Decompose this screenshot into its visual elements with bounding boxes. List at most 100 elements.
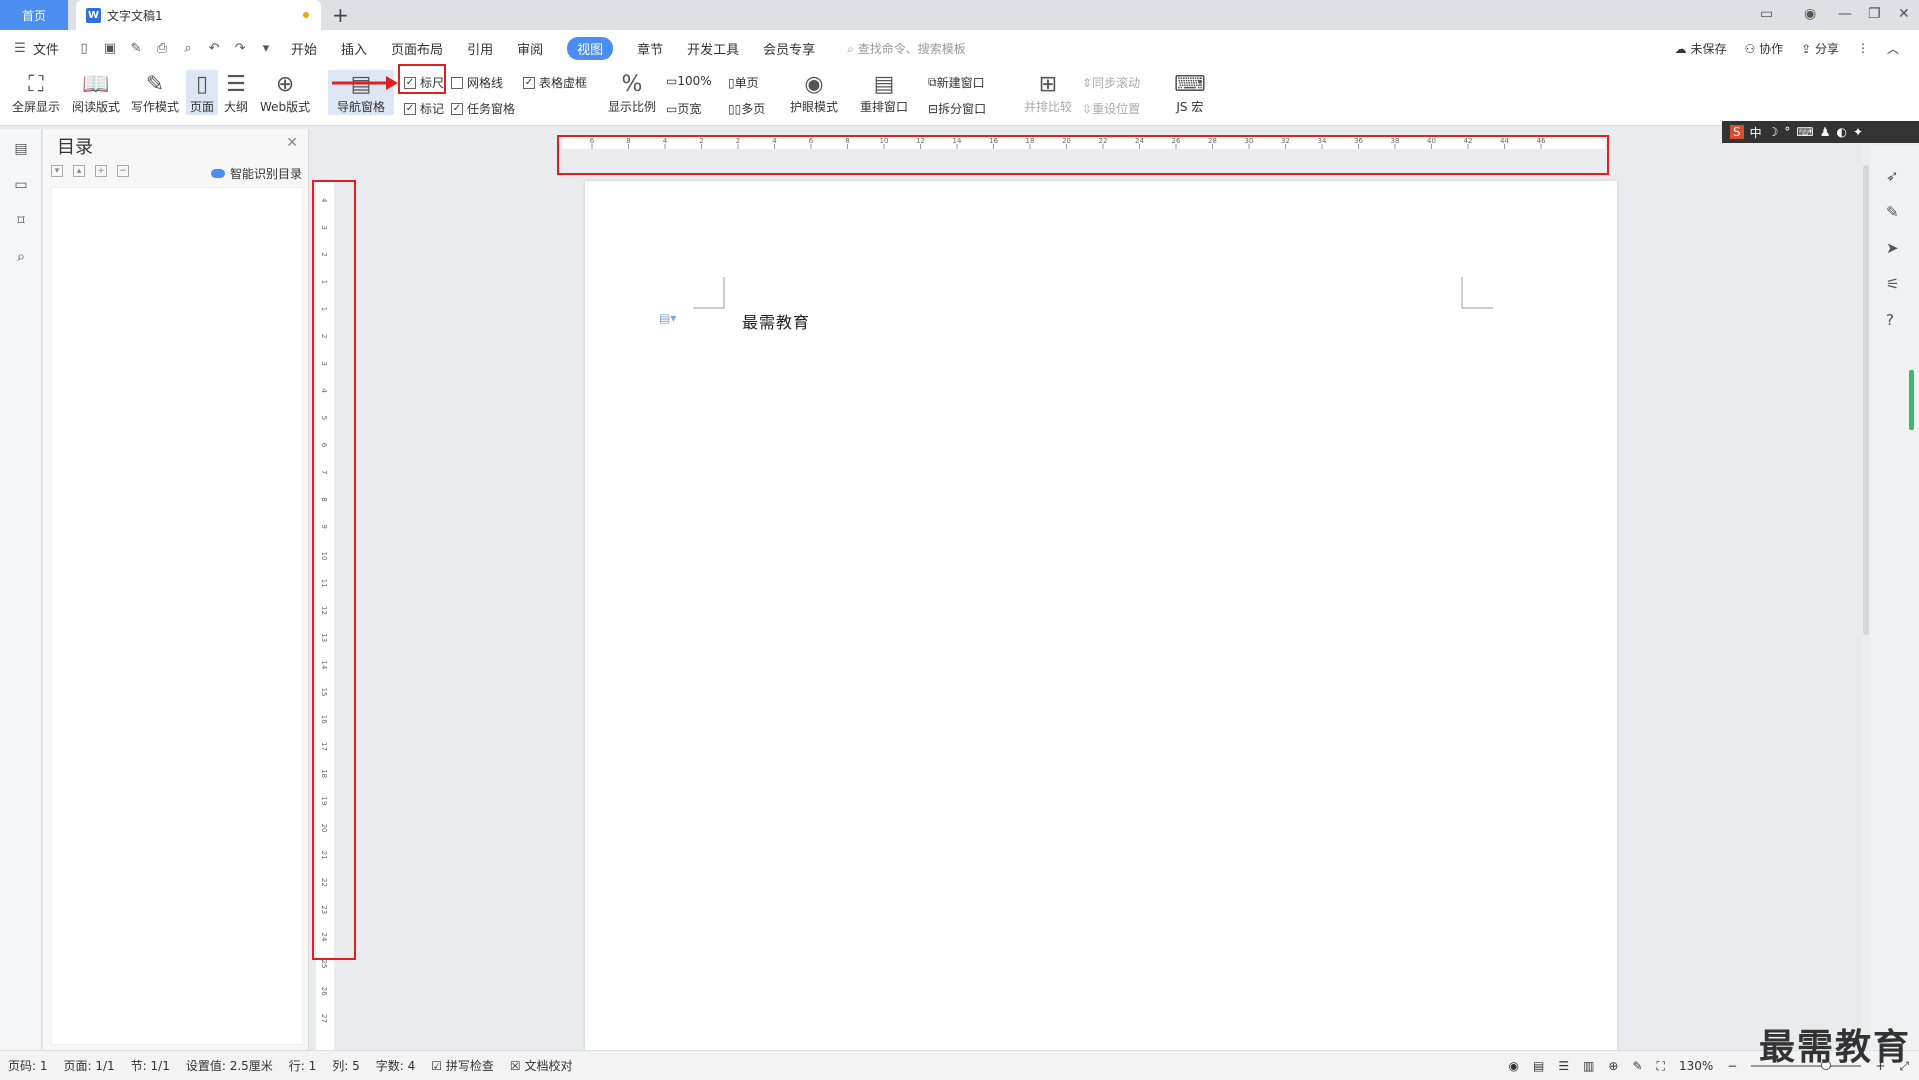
new-tab-icon[interactable]: + [332, 3, 349, 27]
menu-references[interactable]: 引用 [467, 39, 493, 58]
more-icon[interactable]: ⋮ [1857, 41, 1869, 55]
single-page-button[interactable]: ▯ 单页 [728, 74, 759, 91]
format-painter-icon[interactable]: ✎ [128, 40, 144, 56]
menu-page-layout[interactable]: 页面布局 [391, 39, 443, 58]
save-icon[interactable]: ▣ [102, 40, 118, 56]
document-page[interactable]: ▤▾ 最需教育 [585, 181, 1617, 1051]
doc-proof-label: 文档校对 [524, 1059, 573, 1073]
reset-position-button[interactable]: ⇳ 重设位置 [1082, 100, 1140, 117]
web-layout-button[interactable]: ⊕ Web版式 [260, 70, 310, 115]
zoom-100-button[interactable]: ▭ 100% [666, 74, 712, 88]
status-pages[interactable]: 页面: 1/1 [64, 1057, 115, 1074]
hamburger-icon[interactable]: ☰ [12, 40, 28, 56]
menu-review[interactable]: 审阅 [517, 39, 543, 58]
redo-icon[interactable]: ↷ [232, 40, 248, 56]
restore-icon[interactable]: ❐ [1868, 6, 1881, 22]
outline-status-icon[interactable]: ☰ [1558, 1059, 1569, 1073]
status-column[interactable]: 列: 5 [332, 1057, 360, 1074]
window-layout-icon[interactable]: ▭ [1760, 6, 1773, 22]
folder-icon[interactable]: ▭ [12, 177, 30, 195]
new-window-button[interactable]: ⧉ 新建窗口 [928, 74, 985, 91]
status-word-count[interactable]: 字数: 4 [376, 1057, 416, 1074]
customize-icon[interactable]: ▾ [258, 40, 274, 56]
table-gridlines-checkbox[interactable]: ✓ 表格虚框 [523, 74, 587, 91]
close-icon[interactable]: ✕ [1898, 6, 1910, 22]
toc-remove-icon[interactable]: − [117, 165, 129, 177]
avatar[interactable]: ◉ [1804, 6, 1816, 22]
toc-add-icon[interactable]: + [95, 165, 107, 177]
toc-collapse-icon[interactable]: ▾ [51, 165, 63, 177]
mark-checkbox[interactable]: ✓ 标记 [404, 100, 444, 117]
print-icon[interactable]: ⎙ [154, 40, 170, 56]
command-search[interactable]: ⌕ 查找命令、搜索模板 [847, 40, 966, 57]
page-view-button[interactable]: ▯ 页面 [186, 70, 218, 115]
new-doc-icon[interactable]: ▯ [76, 40, 92, 56]
tab-home[interactable]: 首页 [0, 0, 68, 30]
status-page-number[interactable]: 页码: 1 [8, 1057, 48, 1074]
write-status-icon[interactable]: ✎ [1632, 1059, 1642, 1073]
toc-panel-icon[interactable]: ▤ [12, 141, 30, 159]
tab-bar: 首页 W 文字文稿1 + ▭ ◉ — ❐ ✕ [0, 0, 1919, 30]
settings-sliders-icon[interactable]: ⚟ [1886, 275, 1899, 293]
cursor-icon[interactable]: ➤ [1886, 239, 1899, 257]
rearrange-window-button[interactable]: ▤ 重排窗口 [860, 70, 908, 115]
eye-care-button[interactable]: ◉ 护眼模式 [790, 70, 838, 115]
menu-start[interactable]: 开始 [291, 39, 317, 58]
search-icon[interactable]: ⌕ [12, 249, 30, 267]
smart-toc-button[interactable]: 智能识别目录 [210, 165, 302, 182]
vertical-scrollbar[interactable] [1862, 145, 1870, 1050]
scroll-thumb[interactable] [1863, 165, 1869, 635]
paragraph-layout-icon[interactable]: ▤▾ [659, 311, 676, 325]
eye-protect-icon[interactable]: ◉ [1508, 1059, 1518, 1073]
outline-button[interactable]: ☰ 大纲 [224, 70, 248, 115]
zoom-level[interactable]: 130% [1679, 1059, 1713, 1073]
menu-insert[interactable]: 插入 [341, 39, 367, 58]
spell-check-button[interactable]: ☑ 拼写检查 [431, 1057, 494, 1074]
collab-button[interactable]: ⚇ 协作 [1745, 40, 1784, 57]
menu-file[interactable]: 文件 [33, 39, 59, 58]
reading-mode-button[interactable]: 📖 阅读版式 [72, 70, 120, 115]
sync-scroll-button[interactable]: ⇕ 同步滚动 [1082, 74, 1140, 91]
doc-proof-button[interactable]: ☒ 文档校对 [510, 1057, 573, 1074]
task-pane-checkbox[interactable]: ✓ 任务窗格 [451, 100, 515, 117]
menu-chapter[interactable]: 章节 [637, 39, 663, 58]
print-preview-icon[interactable]: ⌕ [180, 40, 196, 56]
writing-mode-button[interactable]: ✎ 写作模式 [131, 70, 179, 115]
fit-page-icon[interactable]: ⛶ [1657, 1059, 1665, 1074]
multi-page-button[interactable]: ▯▯ 多页 [728, 100, 765, 117]
minimize-icon[interactable]: — [1838, 6, 1852, 22]
tab-home-label: 首页 [21, 8, 46, 23]
zoom-out-icon[interactable]: − [1727, 1059, 1737, 1073]
gridlines-checkbox[interactable]: 网格线 [451, 74, 503, 91]
menu-view[interactable]: 视图 [567, 36, 614, 60]
split-window-button[interactable]: ⊟ 拆分窗口 [928, 100, 986, 117]
reading-status-icon[interactable]: ▥ [1583, 1059, 1594, 1073]
page-width-button[interactable]: ▭ 页宽 [666, 100, 701, 117]
status-row[interactable]: 行: 1 [289, 1057, 317, 1074]
side-by-side-button[interactable]: ⊞ 并排比较 [1024, 70, 1072, 115]
edit-icon[interactable]: ✎ [1886, 203, 1899, 221]
panel-handle[interactable] [1909, 370, 1914, 430]
menu-member[interactable]: 会员专享 [763, 39, 815, 58]
rocket-icon[interactable]: ➶ [1886, 167, 1899, 185]
web-status-icon[interactable]: ⊕ [1608, 1059, 1618, 1073]
zoom-button[interactable]: % 显示比例 [608, 70, 656, 115]
status-setting[interactable]: 设置值: 2.5厘米 [186, 1057, 273, 1074]
document-text[interactable]: 最需教育 [742, 309, 810, 333]
menu-dev-tools[interactable]: 开发工具 [687, 39, 739, 58]
unsaved-button[interactable]: ☁ 未保存 [1675, 40, 1727, 57]
tab-document[interactable]: W 文字文稿1 [76, 0, 321, 30]
bookmark-icon[interactable]: ⌑ [12, 213, 30, 231]
collapse-ribbon-icon[interactable]: ︿ [1887, 40, 1899, 57]
v-ruler-label: 25 [320, 960, 328, 969]
ime-toolbar[interactable]: S 中 ☽ ° ⌨ ♟ ◐ ✦ [1722, 121, 1919, 143]
toc-close-icon[interactable]: ✕ [286, 135, 298, 151]
help-icon[interactable]: ? [1886, 311, 1894, 329]
share-button[interactable]: ⇪ 分享 [1801, 40, 1839, 57]
toc-up-icon[interactable]: ▴ [73, 165, 85, 177]
fullscreen-button[interactable]: ⛶ 全屏显示 [12, 70, 60, 115]
js-macro-button[interactable]: ⌨ JS 宏 [1174, 70, 1206, 115]
page-view-status-icon[interactable]: ▤ [1533, 1059, 1544, 1073]
status-section[interactable]: 节: 1/1 [131, 1057, 170, 1074]
undo-icon[interactable]: ↶ [206, 40, 222, 56]
